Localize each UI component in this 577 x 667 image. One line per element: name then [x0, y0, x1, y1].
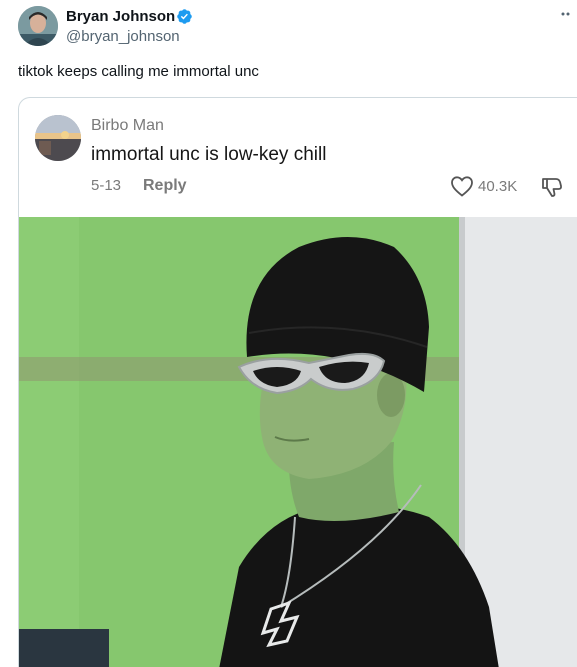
reply-text: immortal unc is low-key chill: [91, 144, 327, 165]
embedded-reply-card[interactable]: Birbo Man immortal unc is low-key chill …: [18, 97, 577, 667]
author-avatar[interactable]: [18, 6, 58, 46]
verified-badge-icon: [177, 9, 192, 24]
reply-date: 5-13: [91, 177, 122, 194]
heart-icon[interactable]: [450, 175, 474, 197]
reply-button[interactable]: Reply: [143, 177, 187, 195]
author-name[interactable]: Bryan Johnson: [66, 8, 175, 25]
reply-author-name: Birbo Man: [91, 117, 164, 134]
tweet-text: tiktok keeps calling me immortal unc: [18, 63, 259, 80]
more-icon[interactable]: [555, 2, 577, 26]
dislike-icon[interactable]: [540, 174, 564, 198]
reply-avatar: [35, 115, 81, 161]
author-handle[interactable]: @bryan_johnson: [66, 28, 180, 45]
tweet-photo[interactable]: [19, 217, 577, 667]
like-count: 40.3K: [478, 178, 518, 195]
